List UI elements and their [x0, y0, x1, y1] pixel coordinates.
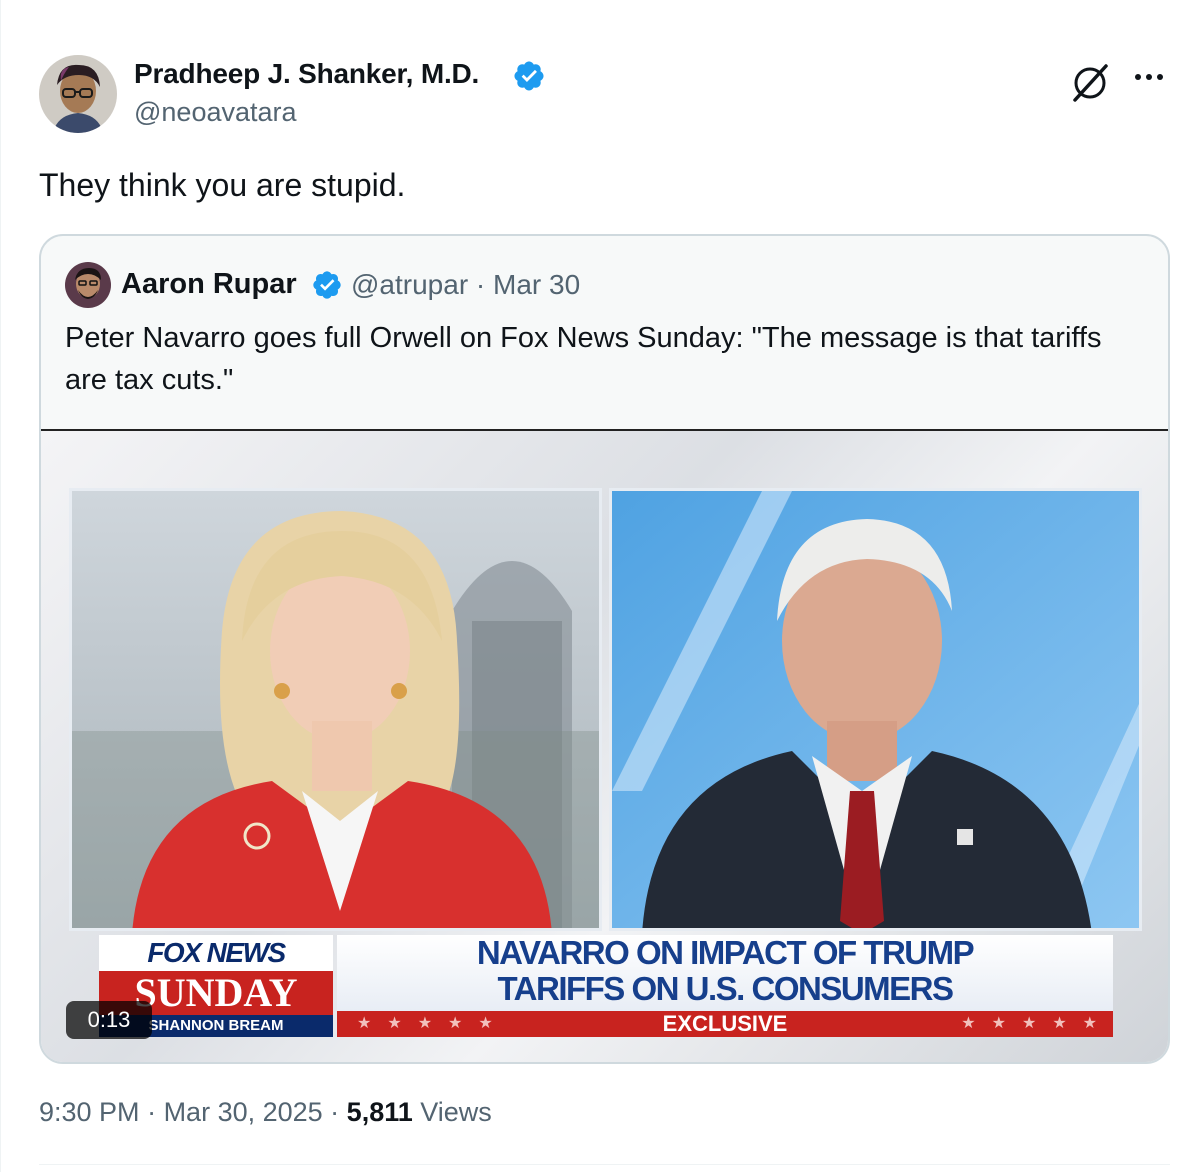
guest-image	[612, 491, 1139, 928]
verified-badge-icon	[313, 271, 341, 299]
video-player[interactable]: FOX NEWS SUNDAY SHANNON BREAM NAVARRO ON…	[41, 429, 1168, 1062]
quoted-meta: @atrupar · Mar 30	[351, 269, 580, 301]
author-handle[interactable]: @neoavatara	[134, 97, 297, 128]
lower-third: FOX NEWS SUNDAY SHANNON BREAM NAVARRO ON…	[99, 931, 1113, 1041]
author-name[interactable]: Pradheep J. Shanker, M.D.	[134, 58, 479, 90]
tweet-time[interactable]: 9:30 PM	[39, 1097, 140, 1127]
author-avatar[interactable]	[39, 55, 117, 133]
avatar-photo-icon	[65, 262, 111, 308]
quoted-date: Mar 30	[493, 269, 581, 300]
quoted-tweet[interactable]: Aaron Rupar @atrupar · Mar 30 Peter Nava…	[39, 234, 1170, 1064]
quoted-author-name: Aaron Rupar	[121, 268, 297, 300]
stars-decoration-left: ★★★★★	[357, 1015, 509, 1032]
stars-decoration-right: ★★★★★	[961, 1015, 1113, 1032]
host-image	[72, 491, 599, 928]
footer-separator: ·	[322, 1097, 347, 1127]
tweet-card: Pradheep J. Shanker, M.D. @neoavatara Th…	[0, 0, 1204, 1172]
grok-icon[interactable]	[1069, 62, 1111, 104]
quoted-author-handle: @atrupar	[351, 269, 469, 300]
footer-separator: ·	[139, 1097, 164, 1127]
chyron-headline: NAVARRO ON IMPACT OF TRUMP TARIFFS ON U.…	[337, 935, 1113, 1011]
meta-separator: ·	[475, 269, 486, 300]
video-panel-guest	[609, 488, 1142, 931]
tweet-text: They think you are stupid.	[39, 167, 406, 203]
video-duration-badge: 0:13	[66, 1001, 152, 1039]
more-dots-icon[interactable]	[1127, 62, 1171, 92]
divider	[39, 1164, 1170, 1165]
avatar-photo-icon	[39, 55, 117, 133]
quoted-author-avatar	[65, 262, 111, 308]
verified-badge-icon	[514, 61, 544, 91]
quoted-tweet-text: Peter Navarro goes full Orwell on Fox Ne…	[65, 322, 1102, 396]
exclusive-label: EXCLUSIVE	[662, 1011, 788, 1036]
video-panel-host	[69, 488, 602, 931]
show-logo-top: FOX NEWS	[99, 935, 333, 971]
tweet-date[interactable]: Mar 30, 2025	[164, 1097, 323, 1127]
headline-line-2: TARIFFS ON U.S. CONSUMERS	[497, 970, 954, 1007]
tweet-footer-meta: 9:30 PM · Mar 30, 2025 · 5,811 Views	[39, 1097, 492, 1128]
views-count: 5,811	[346, 1097, 413, 1127]
views-label: Views	[412, 1097, 492, 1127]
exclusive-banner: ★★★★★ EXCLUSIVE ★★★★★	[337, 1011, 1113, 1037]
headline-line-1: NAVARRO ON IMPACT OF TRUMP	[476, 934, 975, 971]
